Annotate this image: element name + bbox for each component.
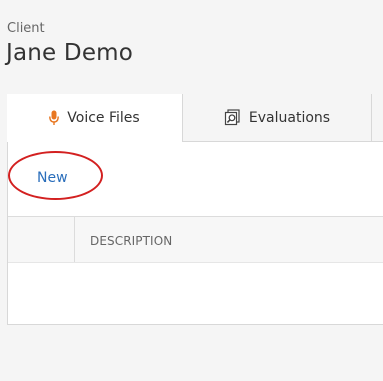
tab-voice-files[interactable]: Voice Files (7, 94, 183, 142)
column-header-description[interactable]: DESCRIPTION (90, 234, 172, 248)
tab-bar-filler (372, 94, 383, 142)
microphone-icon (49, 110, 60, 126)
new-button[interactable]: New (37, 170, 68, 186)
tab-voice-files-label: Voice Files (67, 110, 140, 126)
tab-evaluations-label: Evaluations (248, 109, 331, 126)
client-name: Jane Demo (6, 40, 134, 66)
evaluation-search-icon (224, 109, 241, 126)
table-header (8, 216, 383, 263)
tab-bar: Voice Files Evaluations (7, 94, 383, 142)
tab-evaluations[interactable]: Evaluations (183, 94, 372, 142)
client-label: Client (7, 21, 45, 36)
column-divider[interactable] (74, 217, 75, 262)
